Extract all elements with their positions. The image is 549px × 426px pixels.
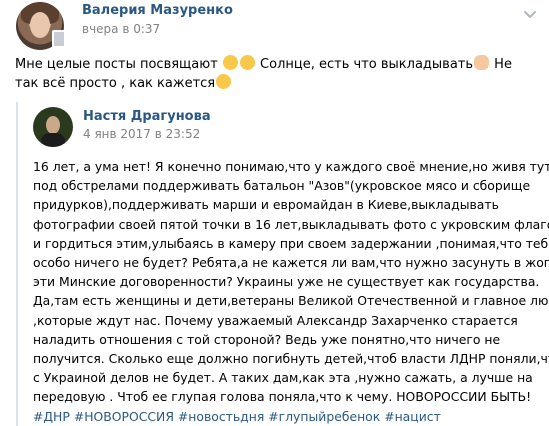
- repost-timestamp[interactable]: 4 янв 2017 в 23:52: [83, 127, 200, 141]
- hashtag-link[interactable]: #новостьдня: [178, 409, 264, 424]
- text-line: ,которые ждут нас. Почему уважаемый Алек…: [33, 312, 518, 328]
- hashtag-link[interactable]: #ДНР: [33, 409, 70, 424]
- avatar-body: [41, 133, 65, 147]
- repost-author-avatar[interactable]: [33, 107, 73, 147]
- hashtag-link[interactable]: #НОВОРОССИЯ: [74, 409, 174, 424]
- text-line: эти Минские договоренности? Украины уже …: [33, 274, 540, 290]
- chevron-down-icon[interactable]: [520, 4, 540, 24]
- post-text-part: Мне целые посты посвящают: [15, 57, 222, 72]
- ok-hand-emoji-icon: [474, 55, 490, 70]
- post-text: Мне целые посты посвящают Солнце, есть ч…: [15, 55, 535, 93]
- grinning-emoji-icon: [222, 55, 238, 70]
- mobile-icon: [52, 30, 66, 48]
- text-line: получится. Сколько еще должно погибнуть …: [33, 351, 549, 367]
- text-line: особо ничего не будет? Ребята,а не кажет…: [33, 255, 549, 271]
- text-line: передовую . Чтоб ее глупая голова поняла…: [33, 389, 532, 405]
- avatar-face: [46, 116, 60, 134]
- hashtag-link[interactable]: #нацист: [384, 409, 441, 424]
- repost-text: 16 лет, а ума нет! Я конечно понимаю,что…: [33, 157, 549, 426]
- text-line: наладить отношения с той стороной? Ведь …: [33, 331, 501, 347]
- text-line: 16 лет, а ума нет! Я конечно понимаю,что…: [33, 159, 549, 174]
- post-author-name[interactable]: Валерия Мазуренко: [82, 3, 233, 18]
- repost-divider: [16, 102, 18, 426]
- post-timestamp[interactable]: вчера в 0:37: [82, 22, 160, 36]
- text-line: и гордиться этим,улыбаясь в камеру при с…: [33, 235, 549, 251]
- avatar-face: [30, 12, 50, 38]
- laughing-emoji-icon: [239, 55, 255, 70]
- text-line: под обстрелами поддерживать батальон "Аз…: [33, 178, 531, 194]
- post-text-part: Солнце, есть что выкладывать: [255, 57, 474, 72]
- text-line: фотографии своей пятой точки в 16 лет,вы…: [33, 216, 549, 232]
- smiling-emoji-icon: [216, 74, 232, 89]
- text-line: Да,там есть женщины и дети,ветераны Вели…: [33, 293, 549, 309]
- hashtag-line: #ДНР #НОВОРОССИЯ #новостьдня #глупыйребе…: [33, 407, 545, 426]
- text-line: с Украиной делов не будет. А таких дам,к…: [33, 370, 533, 386]
- text-line: придурков),поддерживать марши и евромайд…: [33, 197, 499, 213]
- repost-author-name[interactable]: Настя Драгунова: [83, 109, 211, 124]
- hashtag-link[interactable]: #глупыйребенок: [268, 409, 380, 424]
